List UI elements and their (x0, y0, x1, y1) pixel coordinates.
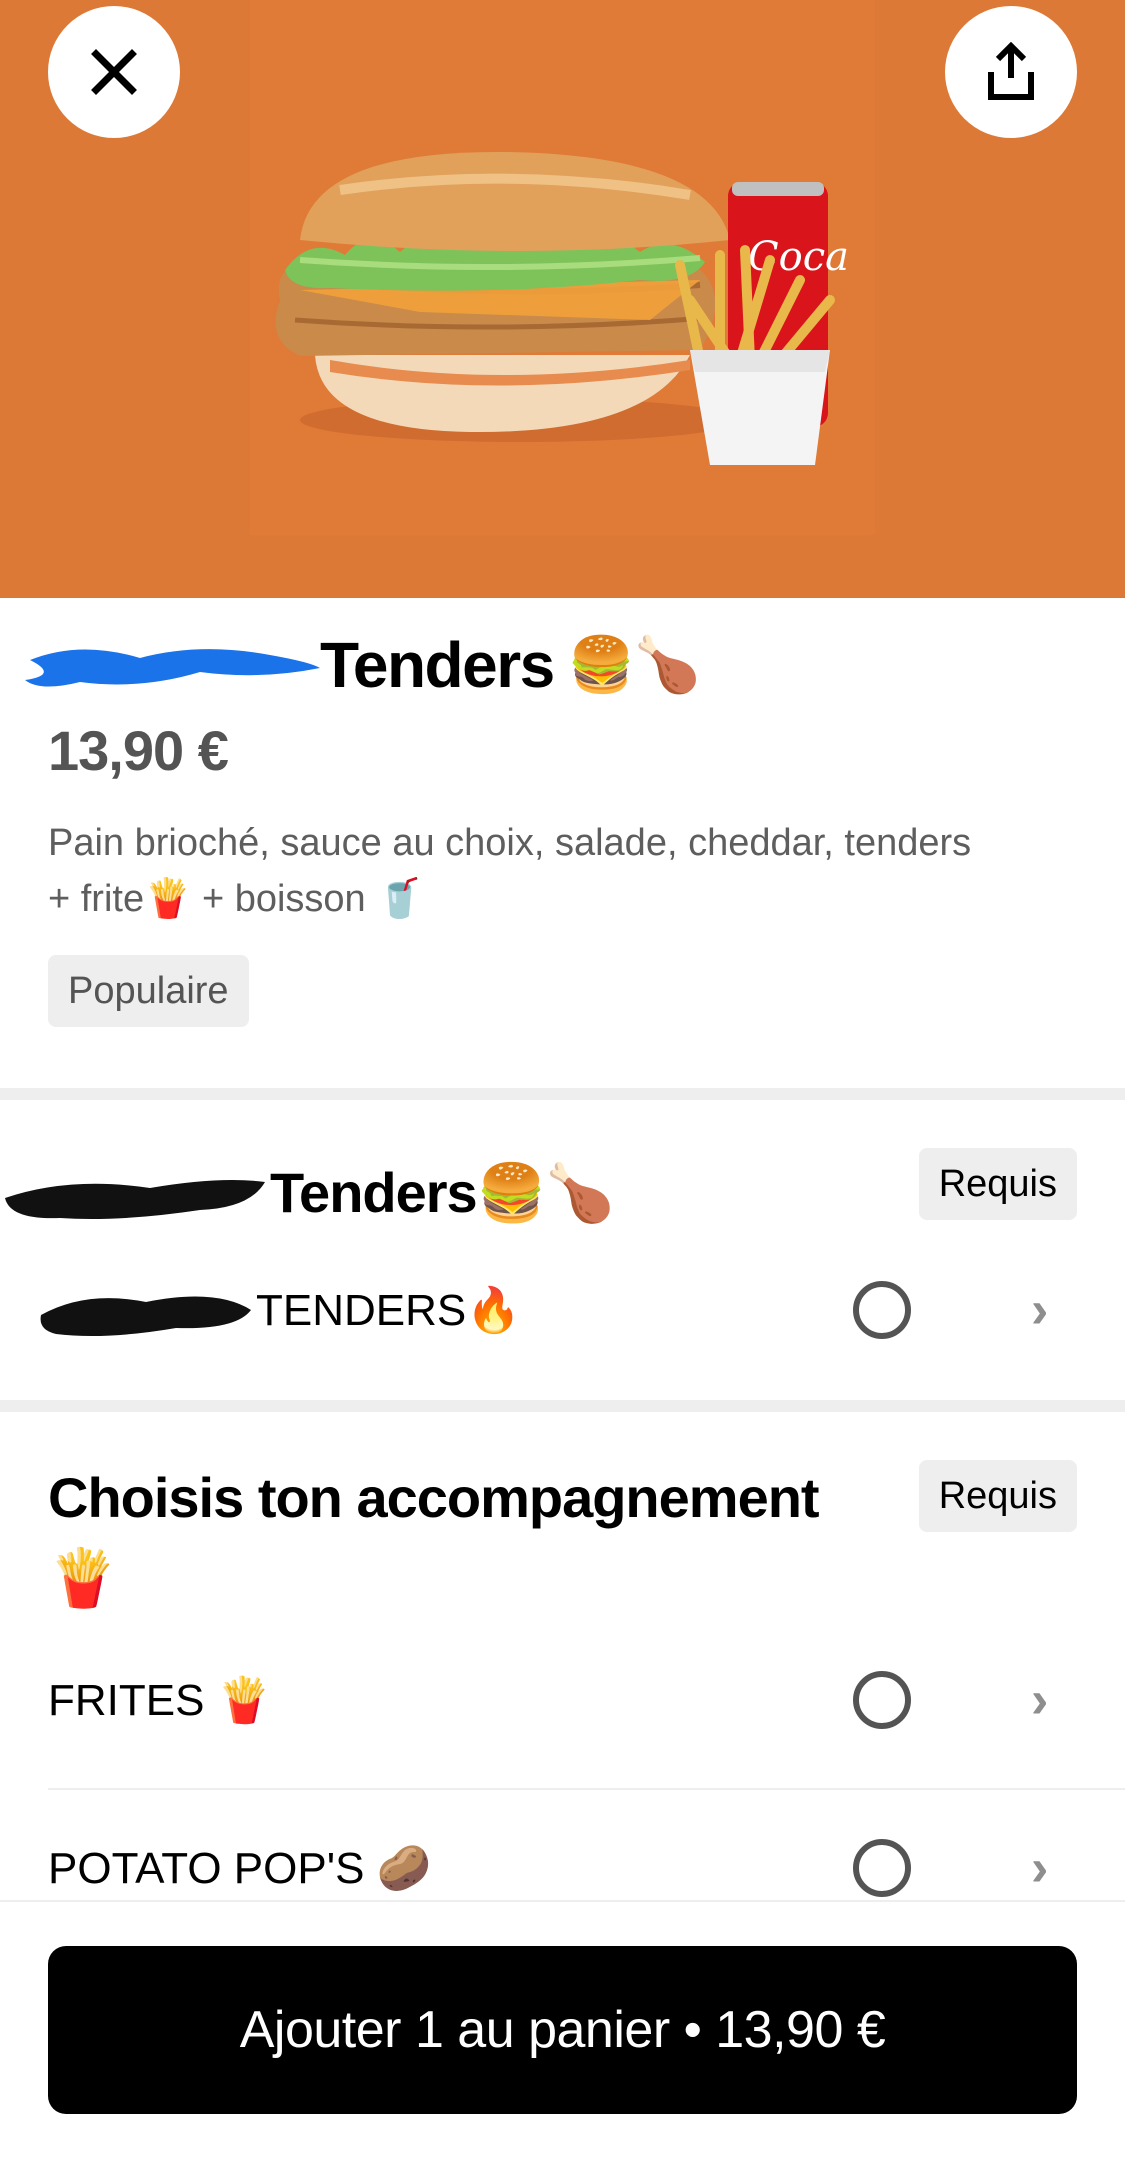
option-label: FRITES 🍟 (48, 1676, 272, 1725)
section-divider (0, 1088, 1125, 1100)
add-to-cart-button[interactable]: Ajouter 1 au panier • 13,90 € (48, 1946, 1077, 2114)
product-name-emoji: 🍔🍗 (567, 633, 701, 696)
popular-tag: Populaire (48, 955, 249, 1027)
product-title: Tenders 🍔🍗 (20, 620, 701, 710)
required-badge: Requis (918, 1148, 1077, 1220)
section-title-row: Tenders🍔🍗 (0, 1148, 615, 1238)
section-title-emoji: 🍟 (48, 1546, 118, 1611)
chevron-right-icon: › (1031, 1671, 1049, 1729)
redaction-scribble (25, 649, 320, 687)
share-icon (988, 42, 1034, 100)
option-radio[interactable] (853, 1839, 911, 1897)
description-line: Pain brioché, sauce au choix, salade, ch… (48, 822, 972, 864)
section-title: Tenders🍔🍗 (270, 1161, 615, 1224)
product-price: 13,90 € (48, 719, 229, 782)
required-badge: Requis (918, 1460, 1077, 1532)
option-radio[interactable] (853, 1281, 911, 1339)
share-button[interactable] (945, 6, 1077, 138)
close-icon (91, 49, 137, 95)
redaction-scribble (40, 1296, 251, 1336)
option-radio[interactable] (853, 1671, 911, 1729)
option-label: TENDERS🔥 (256, 1286, 522, 1335)
chevron-right-icon: › (1031, 1281, 1049, 1339)
product-description: Pain brioché, sauce au choix, salade, ch… (48, 815, 1088, 927)
chevron-right-icon: › (1031, 1839, 1049, 1897)
option-row[interactable]: TENDERS🔥 › (36, 1255, 1066, 1365)
product-name: Tenders (320, 629, 555, 701)
product-image: Coca (0, 0, 1125, 598)
description-line: + frite🍟 + boisson 🥤 (48, 878, 424, 920)
section-title: Choisis ton accompagnement (48, 1466, 820, 1529)
row-separator (48, 1788, 1125, 1790)
section-divider (0, 1400, 1125, 1412)
option-label: POTATO POP'S 🥔 (48, 1844, 432, 1893)
option-row[interactable]: FRITES 🍟 › (48, 1645, 1078, 1755)
close-button[interactable] (48, 6, 180, 138)
redaction-scribble (5, 1180, 265, 1219)
